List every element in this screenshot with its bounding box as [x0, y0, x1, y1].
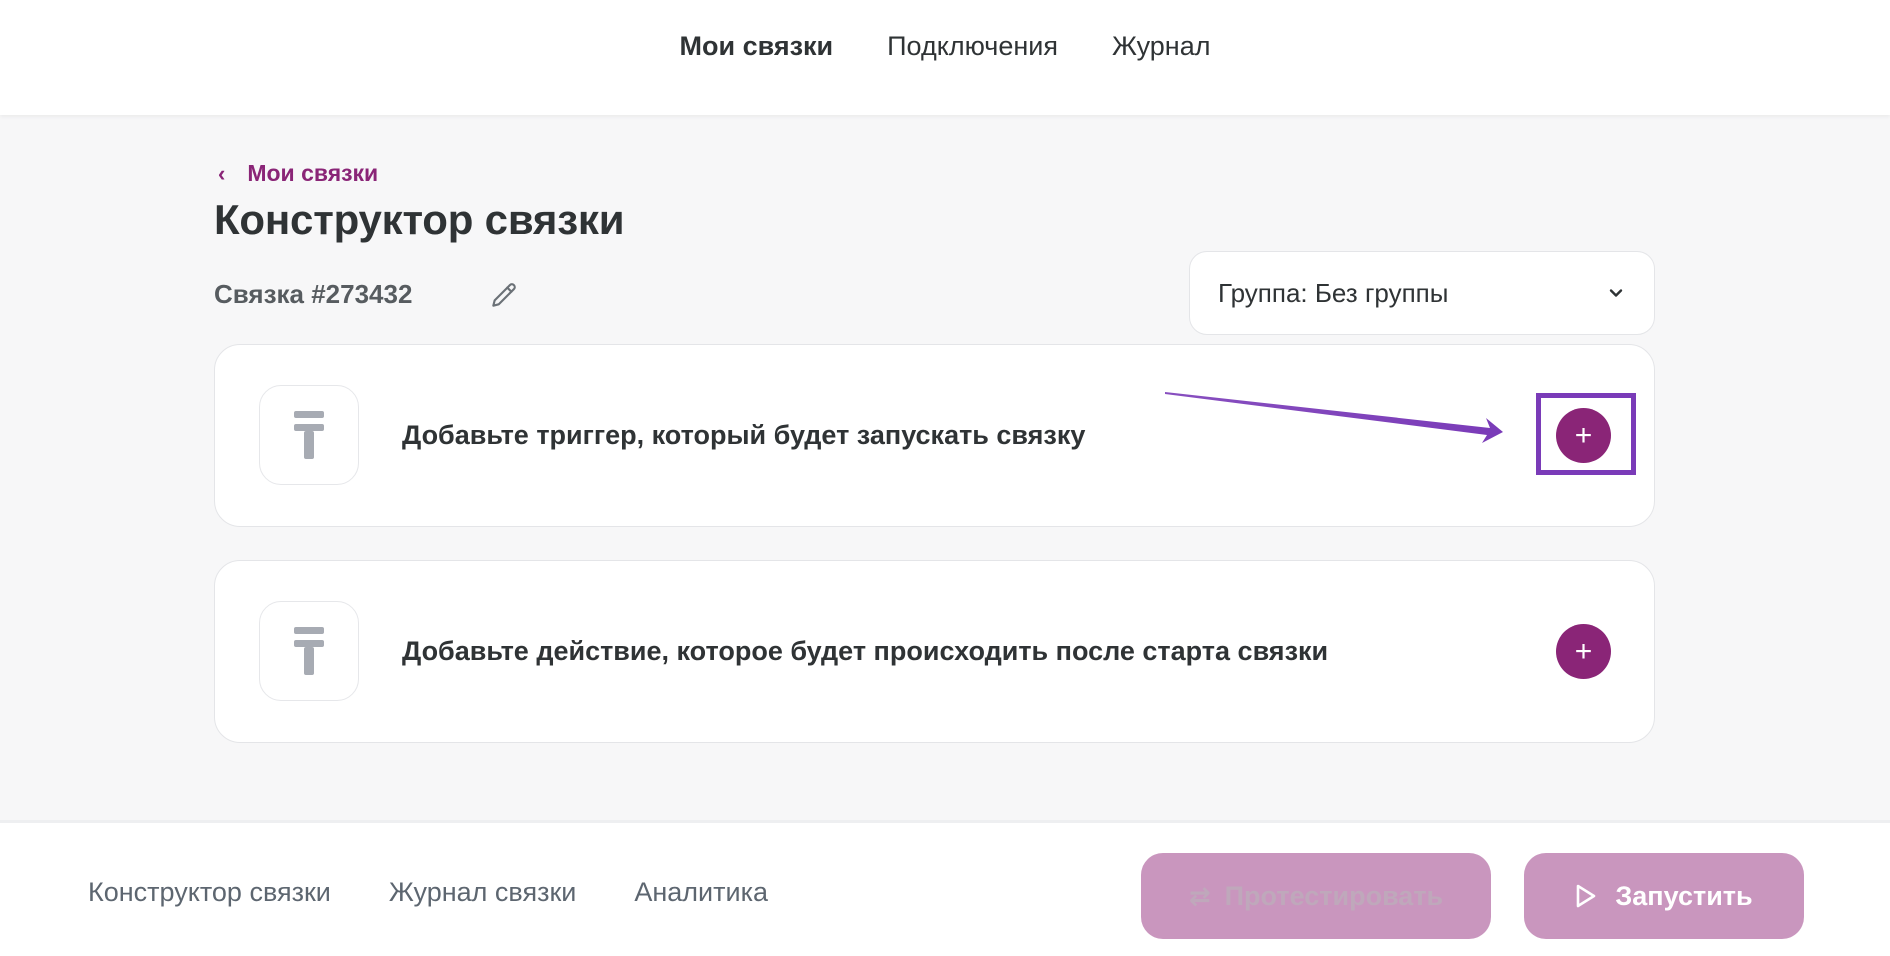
tab-constructor[interactable]: Конструктор связки [88, 877, 331, 908]
top-nav: Мои связки Подключения Журнал [0, 26, 1890, 66]
test-button-label: Протестировать [1224, 880, 1444, 911]
chevron-down-icon [1609, 289, 1623, 297]
swap-arrows-icon: ⇄ [1188, 880, 1211, 911]
nav-connections[interactable]: Подключения [860, 26, 1085, 66]
group-select-value: Группа: Без группы [1218, 277, 1449, 308]
run-button[interactable]: Запустить [1524, 853, 1804, 939]
bottom-bar: Конструктор связки Журнал связки Аналити… [0, 820, 1890, 956]
plus-icon: + [1574, 634, 1593, 668]
plus-icon: + [1574, 418, 1593, 452]
run-button-label: Запустить [1615, 880, 1753, 911]
tab-bundle-journal[interactable]: Журнал связки [389, 877, 576, 908]
nav-my-bundles[interactable]: Мои связки [653, 26, 861, 66]
nav-journal[interactable]: Журнал [1085, 26, 1238, 66]
add-trigger-button[interactable]: + [1556, 408, 1611, 463]
back-link[interactable]: ‹ Мои связки [218, 160, 378, 187]
chevron-left-icon: ‹ [218, 160, 226, 186]
trigger-step-card: Добавьте триггер, который будет запускат… [214, 344, 1655, 527]
page-title: Конструктор связки [214, 196, 625, 243]
bottom-tabs: Конструктор связки Журнал связки Аналити… [88, 877, 768, 908]
action-step-text: Добавьте действие, которое будет происхо… [402, 636, 1329, 666]
top-bar: Мои связки Подключения Журнал [0, 0, 1890, 115]
pencil-icon[interactable] [488, 279, 520, 311]
app-placeholder-icon [259, 385, 359, 485]
group-select[interactable]: Группа: Без группы [1189, 251, 1655, 335]
test-button[interactable]: ⇄ Протестировать [1141, 853, 1491, 939]
trigger-step-text: Добавьте триггер, который будет запускат… [402, 420, 1086, 450]
back-link-label: Мои связки [247, 160, 379, 186]
app-placeholder-icon [259, 601, 359, 701]
add-action-button[interactable]: + [1556, 624, 1611, 679]
tab-analytics[interactable]: Аналитика [634, 877, 768, 908]
bundle-name: Связка #273432 [214, 279, 413, 309]
play-icon [1577, 884, 1596, 908]
action-step-card: Добавьте действие, которое будет происхо… [214, 560, 1655, 743]
